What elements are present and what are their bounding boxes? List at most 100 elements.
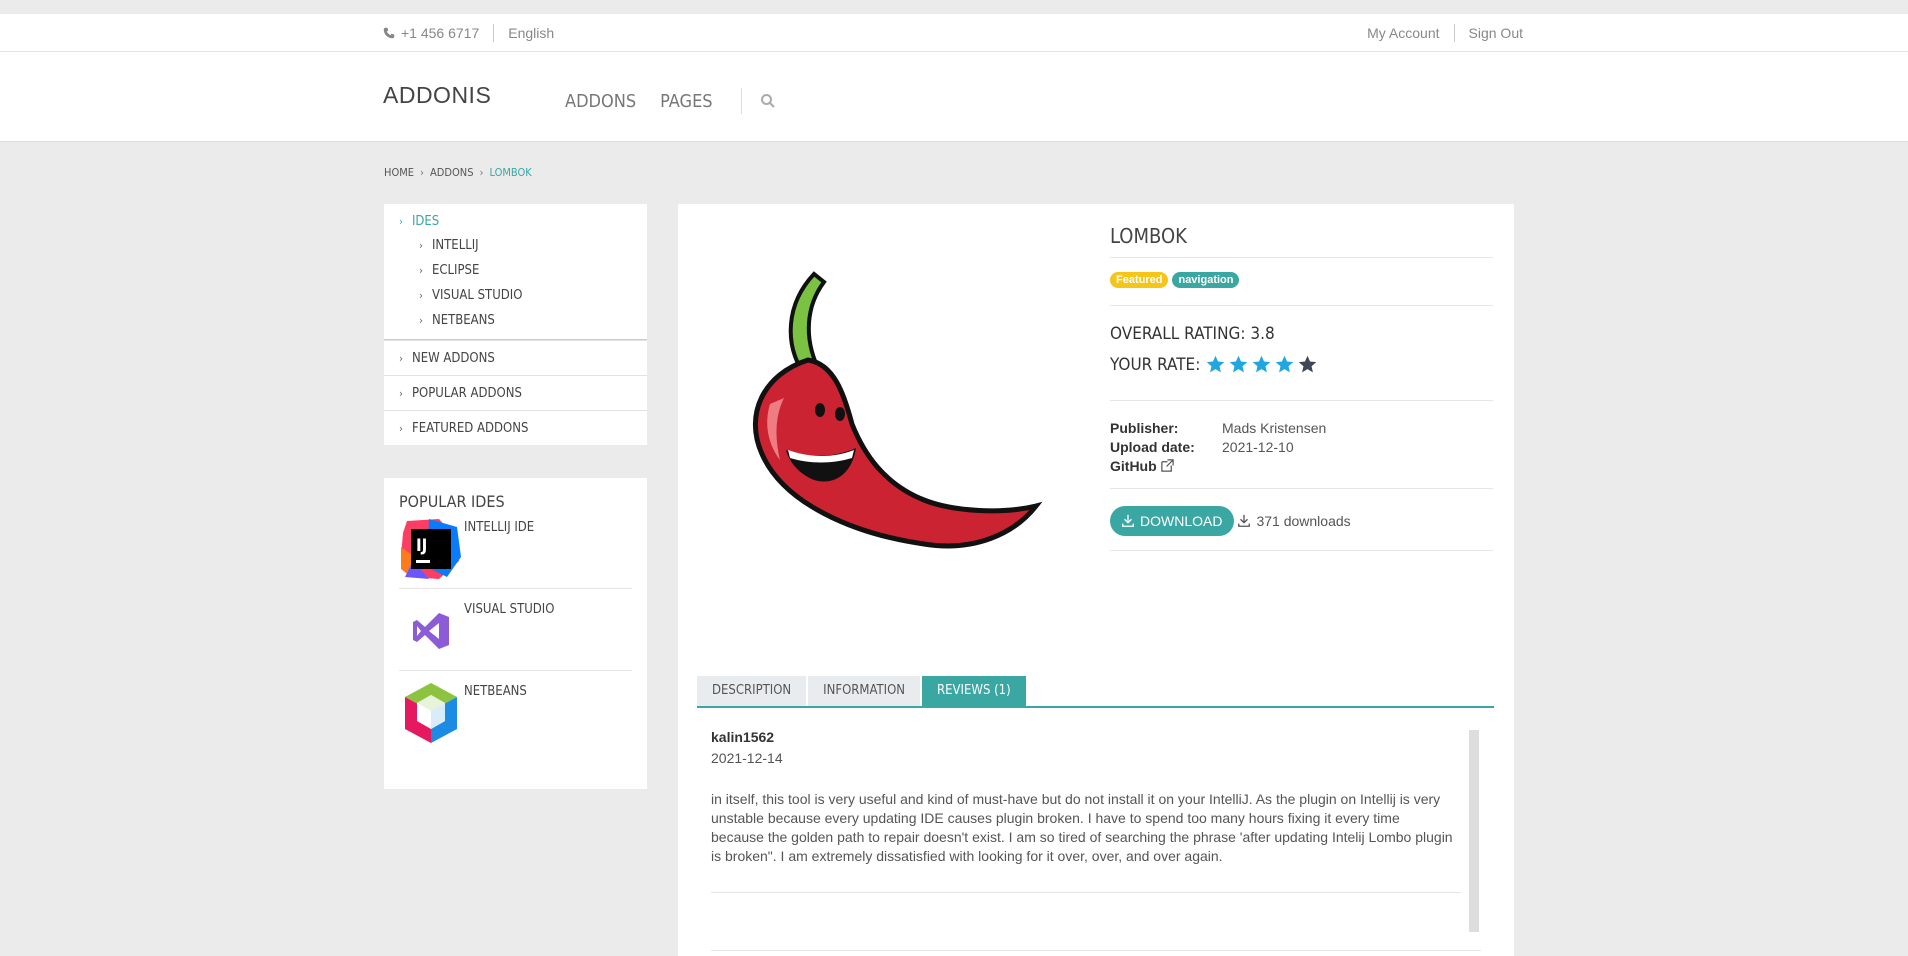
phone-icon [383, 27, 395, 39]
menu-item-intellij[interactable]: › INTELLIJ [384, 233, 647, 258]
chevron-right-icon: › [420, 166, 424, 179]
popular-ide-item[interactable]: IJ INTELLIJ IDE [399, 517, 632, 589]
external-link-icon [1160, 459, 1174, 472]
menu-item-label: POPULAR ADDONS [411, 386, 522, 401]
github-link[interactable]: GitHub [1110, 456, 1326, 475]
review-item: kalin1562 2021-12-14 in itself, this too… [711, 729, 1476, 934]
menu-item-ides[interactable]: › IDES [384, 204, 647, 233]
download-row: DOWNLOAD 371 downloads [1110, 506, 1351, 536]
lombok-chili-logo [752, 271, 1043, 549]
breadcrumb-addons[interactable]: ADDONS [430, 166, 473, 179]
divider [711, 892, 1461, 893]
top-bar: +1 456 6717 English My Account Sign Out [0, 14, 1908, 52]
menu-item-netbeans[interactable]: › NETBEANS [384, 308, 647, 333]
your-rate-label: YOUR RATE: [1110, 354, 1201, 375]
divider [711, 950, 1481, 951]
review-author: kalin1562 [711, 729, 775, 745]
chevron-right-icon: › [399, 422, 403, 435]
menu-item-popular-addons[interactable]: › POPULAR ADDONS [384, 375, 647, 410]
menu-item-label: NEW ADDONS [411, 351, 495, 366]
upload-date-label: Upload date: [1110, 438, 1195, 455]
breadcrumb-current: LOMBOK [489, 166, 532, 179]
download-icon [1122, 514, 1134, 527]
nav-addons[interactable]: ADDONS [565, 91, 636, 112]
addon-meta: Publisher: Mads Kristensen Upload date: 20… [1110, 418, 1326, 475]
star-icon[interactable] [1251, 354, 1272, 375]
download-icon [1238, 514, 1251, 527]
language-selector[interactable]: English [508, 25, 554, 41]
menu-item-label: VISUAL STUDIO [431, 288, 523, 303]
divider [1110, 488, 1493, 489]
ide-name: INTELLIJ IDE [464, 520, 535, 535]
tab-description[interactable]: DESCRIPTION [697, 676, 807, 706]
popular-ide-item[interactable]: NETBEANS [399, 681, 632, 753]
upload-date-value: 2021-12-10 [1222, 438, 1294, 455]
review-scrollbar[interactable] [1469, 730, 1479, 932]
breadcrumb: HOME › ADDONS › LOMBOK [384, 166, 532, 179]
divider [1110, 550, 1493, 551]
star-icon[interactable] [1274, 354, 1295, 375]
menu-item-label: NETBEANS [431, 313, 495, 328]
breadcrumb-home[interactable]: HOME [384, 166, 414, 179]
intellij-logo-icon: IJ [401, 519, 461, 579]
publisher-value: Mads Kristensen [1222, 419, 1327, 436]
divider [740, 88, 742, 114]
star-icon[interactable] [1205, 354, 1226, 375]
chevron-right-icon: › [399, 387, 403, 400]
star-icon[interactable] [1297, 354, 1318, 375]
menu-item-featured-addons[interactable]: › FEATURED ADDONS [384, 410, 647, 445]
star-rating[interactable] [1203, 354, 1318, 375]
divider [1110, 257, 1493, 258]
download-button[interactable]: DOWNLOAD [1110, 506, 1235, 536]
search-icon[interactable] [760, 93, 776, 109]
chevron-right-icon: › [399, 215, 403, 228]
your-rate: YOUR RATE: [1110, 354, 1318, 375]
menu-item-label: ECLIPSE [431, 263, 480, 278]
menu-item-visual-studio[interactable]: › VISUAL STUDIO [384, 283, 647, 308]
site-logo[interactable]: ADDONIS [383, 82, 491, 109]
tag-badge[interactable]: navigation [1172, 272, 1240, 288]
download-count: 371 downloads [1237, 513, 1351, 529]
chevron-right-icon: › [419, 239, 423, 252]
downloads-text: 371 downloads [1256, 513, 1351, 529]
phone-number: +1 456 6717 [401, 25, 480, 41]
chevron-right-icon: › [479, 166, 484, 179]
star-icon[interactable] [1228, 354, 1249, 375]
menu-item-new-addons[interactable]: › NEW ADDONS [384, 340, 647, 375]
sign-out-link[interactable]: Sign Out [1469, 25, 1523, 41]
tag-list: Featured navigation [1110, 272, 1243, 288]
menu-item-eclipse[interactable]: › ECLIPSE [384, 258, 647, 283]
my-account-link[interactable]: My Account [1367, 25, 1439, 41]
popular-ides-panel: POPULAR IDES IJ INTELLIJ IDE VISUAL STUD… [384, 478, 647, 789]
chevron-right-icon: › [419, 264, 423, 277]
github-label: GitHub [1110, 457, 1157, 474]
chevron-right-icon: › [399, 352, 403, 365]
detail-tabs: DESCRIPTION INFORMATION REVIEWS (1) [697, 676, 1494, 708]
menu-item-label: FEATURED ADDONS [411, 421, 529, 436]
publisher-label: Publisher: [1110, 419, 1179, 436]
nav-pages[interactable]: PAGES [660, 91, 712, 112]
ide-name: NETBEANS [464, 684, 527, 699]
tab-information[interactable]: INFORMATION [808, 676, 921, 706]
main-nav: ADDONS PAGES [565, 88, 776, 114]
chevron-right-icon: › [419, 314, 423, 327]
featured-badge[interactable]: Featured [1110, 272, 1169, 288]
divider [1453, 24, 1455, 42]
overall-rating: OVERALL RATING: 3.8 [1110, 324, 1275, 344]
tab-reviews[interactable]: REVIEWS (1) [922, 676, 1026, 706]
svg-text:IJ: IJ [416, 536, 427, 556]
addon-detail-panel: LOMBOK Featured navigation OVERALL RATIN… [678, 204, 1514, 956]
divider [1110, 305, 1493, 306]
site-header: ADDONIS ADDONS PAGES [0, 52, 1908, 142]
panel-title: POPULAR IDES [399, 492, 505, 511]
category-menu: › IDES › INTELLIJ › ECLIPSE › VISUAL STU… [384, 204, 647, 445]
divider [1110, 400, 1493, 401]
visual-studio-logo-icon [413, 613, 449, 649]
divider [493, 24, 495, 42]
ide-name: VISUAL STUDIO [464, 602, 555, 617]
popular-ide-item[interactable]: VISUAL STUDIO [399, 599, 632, 671]
menu-item-label: IDES [411, 214, 440, 229]
review-date: 2021-12-14 [711, 750, 783, 766]
netbeans-logo-icon [405, 683, 457, 743]
review-text: in itself, this tool is very useful and … [711, 791, 1453, 864]
